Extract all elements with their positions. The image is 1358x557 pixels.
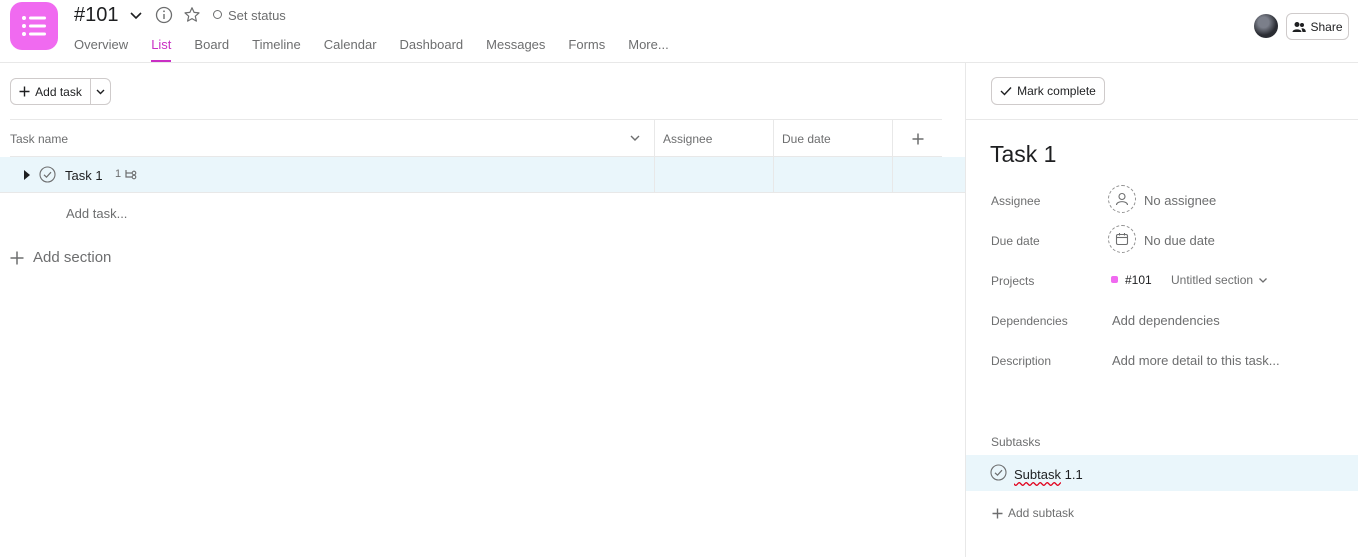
task-extra-cell: [892, 157, 942, 193]
task-due-cell[interactable]: [773, 157, 892, 193]
add-task-dropdown[interactable]: [91, 79, 110, 104]
project-name[interactable]: #101: [1125, 273, 1152, 287]
user-avatar[interactable]: [1254, 14, 1278, 38]
subtask-count[interactable]: 1: [115, 168, 121, 180]
description-label: Description: [991, 354, 1052, 368]
status-circle-icon[interactable]: [213, 10, 222, 19]
people-icon: [1292, 21, 1307, 32]
subtask-name-word: Subtask: [1014, 467, 1061, 482]
due-date-value[interactable]: No due date: [1144, 233, 1215, 248]
plus-icon: [10, 251, 24, 264]
chevron-down-icon[interactable]: [128, 7, 144, 23]
task-table-header: Task name Assignee Due date: [10, 119, 942, 157]
check-circle-icon[interactable]: [39, 166, 56, 183]
task-list-pane: Add task Task name Assignee Due date Tas…: [0, 63, 965, 557]
tab-dashboard[interactable]: Dashboard: [400, 37, 464, 62]
info-icon[interactable]: [155, 6, 173, 24]
project-tabs: Overview List Board Timeline Calendar Da…: [74, 37, 692, 63]
chevron-down-icon: [96, 89, 105, 95]
add-section-label: Add section: [33, 249, 112, 266]
tab-forms[interactable]: Forms: [568, 37, 605, 62]
column-due-date[interactable]: Due date: [773, 120, 892, 157]
set-status-button[interactable]: Set status: [228, 8, 286, 23]
add-section-button[interactable]: Add section: [10, 249, 111, 266]
tab-timeline[interactable]: Timeline: [252, 37, 301, 62]
assignee-avatar-placeholder[interactable]: [1108, 185, 1136, 213]
assignee-label: Assignee: [991, 194, 1041, 208]
chevron-down-icon: [1259, 278, 1268, 283]
plus-icon: [992, 508, 1003, 518]
person-icon: [1115, 192, 1129, 206]
tab-overview[interactable]: Overview: [74, 37, 128, 62]
task-name[interactable]: Task 1: [65, 168, 103, 183]
chevron-down-icon[interactable]: [628, 131, 642, 145]
task-detail-pane: Mark complete Task 1 Assignee No assigne…: [965, 63, 1358, 557]
table-row[interactable]: Task 1 1: [0, 157, 965, 193]
add-subtask-button[interactable]: Add subtask: [992, 506, 1074, 520]
project-title[interactable]: #101: [74, 4, 119, 27]
add-task-button[interactable]: Add task: [11, 79, 91, 104]
add-dependencies-button[interactable]: Add dependencies: [1112, 313, 1220, 328]
subtask-icon[interactable]: [124, 168, 138, 182]
star-icon[interactable]: [183, 6, 201, 24]
tab-board[interactable]: Board: [194, 37, 229, 62]
project-list-icon[interactable]: [10, 2, 58, 50]
due-date-label: Due date: [991, 234, 1040, 248]
project-color-swatch: [1111, 276, 1118, 283]
mark-complete-label: Mark complete: [1017, 84, 1096, 98]
task-title[interactable]: Task 1: [990, 141, 1056, 168]
add-task-button-group: Add task: [10, 78, 111, 105]
tab-calendar[interactable]: Calendar: [324, 37, 377, 62]
share-button[interactable]: Share: [1286, 13, 1349, 40]
description-input[interactable]: Add more detail to this task...: [1112, 353, 1280, 368]
tab-messages[interactable]: Messages: [486, 37, 545, 62]
project-section-select[interactable]: Untitled section: [1171, 273, 1268, 287]
tab-more[interactable]: More...: [628, 37, 668, 62]
column-task-name[interactable]: Task name: [10, 120, 654, 157]
caret-right-icon[interactable]: [22, 169, 32, 181]
column-assignee[interactable]: Assignee: [654, 120, 773, 157]
check-circle-icon[interactable]: [990, 464, 1007, 481]
assignee-value[interactable]: No assignee: [1144, 193, 1216, 208]
tab-list[interactable]: List: [151, 37, 172, 62]
subtask-row[interactable]: Subtask 1.1: [966, 455, 1358, 491]
check-icon: [1000, 87, 1012, 96]
project-header: #101 Set status Overview List Board Time…: [0, 0, 1358, 63]
add-subtask-label: Add subtask: [1008, 506, 1075, 520]
subtask-name[interactable]: Subtask 1.1: [1014, 467, 1083, 482]
share-label: Share: [1310, 19, 1343, 34]
add-task-inline[interactable]: Add task...: [66, 206, 127, 221]
plus-icon: [912, 133, 923, 144]
add-column-button[interactable]: [892, 120, 942, 157]
calendar-icon: [1115, 233, 1129, 246]
project-section-label: Untitled section: [1171, 273, 1254, 287]
divider: [966, 119, 1358, 120]
add-task-label: Add task: [35, 84, 82, 99]
projects-label: Projects: [991, 274, 1035, 288]
subtask-name-suffix: 1.1: [1060, 467, 1083, 482]
due-date-placeholder[interactable]: [1108, 225, 1136, 253]
task-assignee-cell[interactable]: [654, 157, 773, 193]
plus-icon: [19, 86, 30, 97]
dependencies-label: Dependencies: [991, 314, 1068, 328]
mark-complete-button[interactable]: Mark complete: [991, 77, 1105, 105]
subtasks-heading: Subtasks: [991, 435, 1041, 449]
